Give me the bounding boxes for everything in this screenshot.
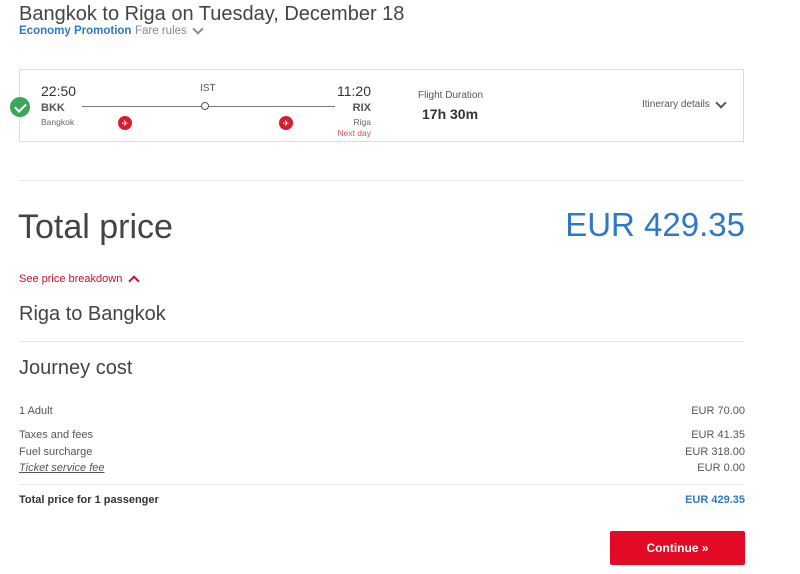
price-row-label: Fuel surcharge: [19, 446, 93, 458]
price-row-label: Taxes and fees: [19, 429, 93, 441]
segment-title: Riga to Bangkok: [19, 303, 166, 325]
chevron-up-icon: [128, 274, 141, 287]
flight-duration-value: 17h 30m: [422, 106, 479, 122]
price-row-value: EUR 0.00: [697, 462, 745, 474]
next-day-note: Next day: [337, 128, 371, 138]
itinerary-details-label: Itinerary details: [642, 99, 710, 110]
fare-rules-toggle[interactable]: Fare rules: [135, 23, 204, 37]
itinerary-details-toggle[interactable]: Itinerary details: [642, 96, 727, 110]
fare-rules-label: Fare rules: [135, 25, 187, 37]
flight-summary-card: 22:50 BKK Bangkok IST ✈ ✈ 11:20 RIX Riga…: [10, 69, 744, 142]
stopover-dot: [201, 102, 209, 110]
total-price-label: Total price: [18, 208, 173, 246]
chevron-down-icon: [715, 96, 727, 109]
departure-code: BKK: [41, 102, 65, 114]
check-circle-icon: [10, 97, 30, 117]
price-breakdown-label: See price breakdown: [19, 273, 123, 285]
airline-logo-icon: ✈: [279, 116, 293, 130]
price-row-value: EUR 70.00: [691, 405, 745, 417]
price-breakdown-toggle[interactable]: See price breakdown: [19, 273, 141, 287]
price-row-value: EUR 318.00: [685, 446, 745, 458]
arrival-time: 11:20: [337, 83, 371, 99]
page-title: Bangkok to Riga on Tuesday, December 18: [19, 3, 405, 25]
total-price-value: EUR 429.35: [565, 206, 745, 243]
departure-time: 22:50: [41, 83, 77, 99]
journey-cost-title: Journey cost: [19, 357, 133, 379]
total-passenger-value: EUR 429.35: [685, 494, 745, 506]
price-row-value: EUR 41.35: [691, 429, 745, 441]
fare-class-label: Economy Promotion: [19, 25, 132, 37]
divider: [19, 180, 744, 181]
divider: [19, 341, 744, 342]
price-row-label: 1 Adult: [19, 405, 53, 417]
continue-button[interactable]: Continue »: [610, 531, 745, 565]
ticket-service-fee-link[interactable]: Ticket service fee: [19, 462, 105, 474]
total-passenger-label: Total price for 1 passenger: [19, 494, 159, 506]
departure-city: Bangkok: [41, 117, 75, 127]
chevron-down-icon: [192, 23, 204, 35]
airline-logo-icon: ✈: [118, 116, 132, 130]
stopover-code: IST: [200, 83, 216, 94]
arrival-city: Riga: [353, 117, 371, 127]
divider: [19, 484, 744, 485]
arrival-code: RIX: [352, 102, 371, 114]
flight-duration-label: Flight Duration: [418, 90, 484, 101]
